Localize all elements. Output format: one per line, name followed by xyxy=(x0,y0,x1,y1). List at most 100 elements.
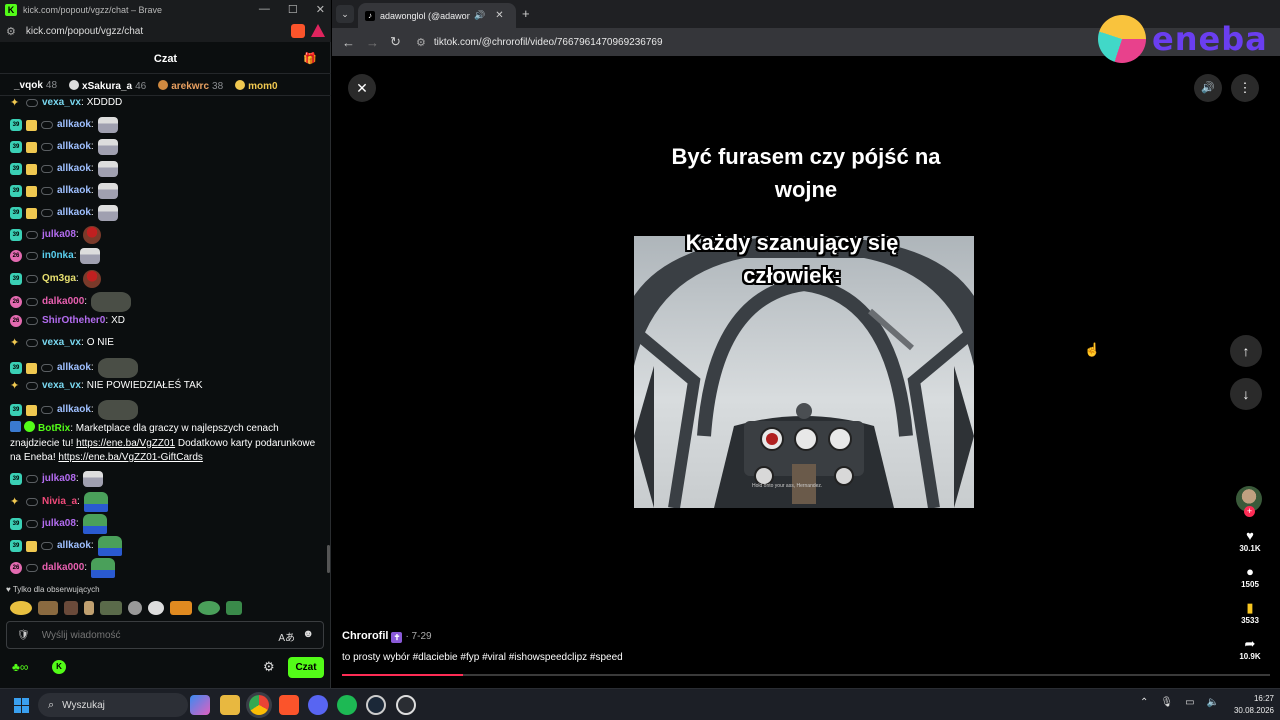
tab-list-chevron-icon[interactable]: ⌄ xyxy=(336,5,354,23)
site-info-icon[interactable]: ⚙ xyxy=(416,36,426,49)
chat-username[interactable]: vexa_vx xyxy=(42,96,81,110)
more-options-icon[interactable]: ⋮ xyxy=(1231,74,1259,102)
minimize-icon[interactable]: — xyxy=(259,3,270,16)
chat-username[interactable]: julka08 xyxy=(42,517,76,531)
emote-icon[interactable] xyxy=(148,601,164,615)
promo-link[interactable]: https://ene.ba/VgZZ01 xyxy=(76,438,175,449)
forward-icon[interactable]: → xyxy=(366,35,380,50)
brave-rewards-icon[interactable] xyxy=(311,24,325,37)
speaker-icon[interactable]: 🔈 xyxy=(1207,697,1219,708)
chat-username[interactable]: allkaok xyxy=(57,162,91,176)
leaderboard-entry[interactable]: arekwrc 38 xyxy=(158,79,223,92)
emote-icon[interactable] xyxy=(100,601,122,615)
send-chat-button[interactable]: Czat xyxy=(288,657,324,678)
colon-separator: : xyxy=(90,362,94,373)
microphone-icon[interactable]: 🎙 xyxy=(1160,697,1173,708)
reload-icon[interactable]: ↻ xyxy=(390,34,404,50)
chat-username[interactable]: dalka000 xyxy=(42,295,84,309)
emoji-icon[interactable]: ☻ xyxy=(302,628,314,640)
chat-message-input[interactable] xyxy=(41,629,262,641)
chat-username[interactable]: BotRix xyxy=(38,423,70,434)
leaderboard-entry[interactable]: _vqok 48 xyxy=(14,80,57,91)
maximize-icon[interactable]: ☐ xyxy=(288,3,298,16)
chat-text: Dodatkowo karty podarunkowe xyxy=(177,437,316,449)
chat-url[interactable]: kick.com/popout/vgzz/chat xyxy=(26,26,143,37)
chat-message: 26 in0nka: xyxy=(10,248,101,264)
previous-video-arrow-icon[interactable]: ↑ xyxy=(1230,335,1262,367)
emote-icon[interactable] xyxy=(64,601,78,615)
discord-icon[interactable] xyxy=(308,695,328,715)
tab-tiktok[interactable]: ♪ adawonglol (@adawonglol) 🔊 ✕ xyxy=(358,3,516,28)
video-author[interactable]: Chrorofil ✝ · 7-29 xyxy=(342,630,432,643)
share-action[interactable]: ➦ 10.9K xyxy=(1232,636,1268,661)
chat-username[interactable]: julka08 xyxy=(42,472,76,486)
settings-gear-icon[interactable]: ⚙ xyxy=(263,659,275,675)
leaderboard-entry[interactable]: mom0 xyxy=(235,79,280,92)
close-window-icon[interactable]: ✕ xyxy=(316,3,325,16)
chat-username[interactable]: in0nka xyxy=(42,249,74,263)
chat-username[interactable]: allkaok xyxy=(57,403,91,417)
copilot-icon[interactable] xyxy=(190,695,210,715)
emote-icon[interactable] xyxy=(226,601,242,615)
eneba-ad-logo[interactable]: eneba xyxy=(1098,10,1268,68)
save-action[interactable]: ▮ 3533 xyxy=(1232,600,1268,625)
taskbar-search[interactable]: ⌕ Wyszukaj xyxy=(38,693,188,717)
obs-icon[interactable] xyxy=(396,695,416,715)
brave-shield-icon[interactable] xyxy=(291,24,305,38)
chat-username[interactable]: dalka000 xyxy=(42,561,84,575)
address-url[interactable]: tiktok.com/@chrorofil/video/766796147096… xyxy=(434,37,663,48)
back-icon[interactable]: ← xyxy=(342,35,356,50)
tab-audio-icon[interactable]: 🔊 xyxy=(474,10,485,21)
badge-ring-icon xyxy=(26,231,38,239)
emote-icon[interactable] xyxy=(38,601,58,615)
video-progress-track[interactable] xyxy=(342,674,1270,676)
emote-icon[interactable] xyxy=(198,601,220,615)
file-explorer-icon[interactable] xyxy=(220,695,240,715)
kick-badge-icon[interactable]: K xyxy=(52,660,66,674)
chat-username[interactable]: allkaok xyxy=(57,206,91,220)
translate-icon[interactable]: Aあ xyxy=(278,629,295,644)
like-action[interactable]: ♥ 30.1K xyxy=(1232,528,1268,553)
brave-icon[interactable] xyxy=(279,695,299,715)
chat-username[interactable]: allkaok xyxy=(57,539,91,553)
windows-start-icon[interactable] xyxy=(14,698,30,714)
subscriber-badge-icon: 39 xyxy=(10,518,22,530)
chat-scrollbar[interactable] xyxy=(327,545,330,573)
close-video-button[interactable]: ✕ xyxy=(348,74,376,102)
chat-username[interactable]: allkaok xyxy=(57,361,91,375)
volume-icon[interactable]: 🔊 xyxy=(1194,74,1222,102)
emote-icon[interactable] xyxy=(84,601,94,615)
infinity-points-icon[interactable]: ♣∞ xyxy=(12,660,28,674)
colon-separator: : xyxy=(80,97,84,108)
tab-close-icon[interactable]: ✕ xyxy=(495,10,503,21)
follow-plus-icon[interactable]: + xyxy=(1244,506,1255,517)
leaderboard-entry[interactable]: xSakura_a 46 xyxy=(69,79,146,92)
chat-username[interactable]: vexa_vx xyxy=(42,336,81,350)
chat-username[interactable]: allkaok xyxy=(57,184,91,198)
comment-action[interactable]: ● 1505 xyxy=(1232,564,1268,589)
chat-username[interactable]: Qm3ga xyxy=(42,272,76,286)
next-video-arrow-icon[interactable]: ↓ xyxy=(1230,378,1262,410)
emote-icon[interactable] xyxy=(170,601,192,615)
colon-separator: : xyxy=(77,496,80,507)
site-settings-icon[interactable]: ⚙ xyxy=(6,25,16,38)
steam-icon[interactable] xyxy=(366,695,386,715)
chat-username[interactable]: Nivia_a xyxy=(42,495,77,509)
gift-cards-link[interactable]: https://ene.ba/VgZZ01-GiftCards xyxy=(58,452,203,463)
tray-chevron-icon[interactable]: ⌃ xyxy=(1140,697,1148,708)
network-icon[interactable]: ▭ xyxy=(1185,697,1194,708)
chat-username[interactable]: julka08 xyxy=(42,228,76,242)
chat-username[interactable]: allkaok xyxy=(57,140,91,154)
taskbar-clock[interactable]: 16:27 30.08.2026 xyxy=(1224,693,1274,717)
kick-logo-icon: K xyxy=(5,4,17,16)
emote-icon[interactable] xyxy=(128,601,142,615)
gift-icon[interactable]: 🎁 xyxy=(303,52,317,65)
emote-icon[interactable] xyxy=(10,601,32,615)
chat-username[interactable]: vexa_vx xyxy=(42,379,81,393)
chat-username[interactable]: ShirOtheher0 xyxy=(42,314,105,328)
address-bar[interactable]: ⚙ tiktok.com/@chrorofil/video/7667961470… xyxy=(416,36,663,49)
chrome-icon[interactable] xyxy=(249,695,269,715)
new-tab-icon[interactable]: + xyxy=(522,6,530,21)
chat-username[interactable]: allkaok xyxy=(57,118,91,132)
spotify-icon[interactable] xyxy=(337,695,357,715)
